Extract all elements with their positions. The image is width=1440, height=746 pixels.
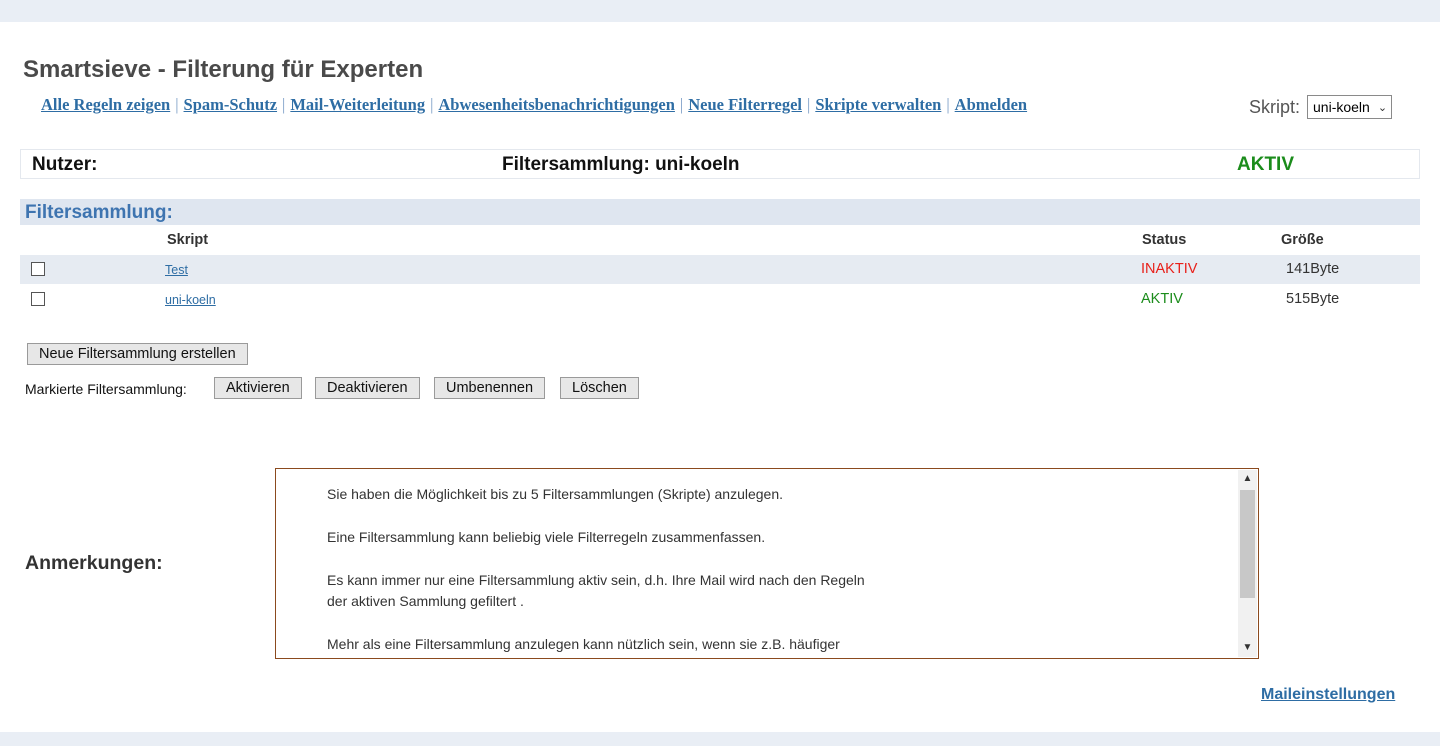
row-status: AKTIV [1141, 291, 1183, 307]
nav-link-forwarding[interactable]: Mail-Weiterleitung [290, 95, 425, 114]
notes-paragraph: Eine Filtersammlung kann beliebig viele … [327, 529, 766, 545]
script-link[interactable]: uni-koeln [165, 293, 216, 307]
delete-button[interactable]: Löschen [560, 377, 639, 399]
notes-textarea[interactable]: Sie haben die Möglichkeit bis zu 5 Filte… [275, 468, 1259, 659]
rename-button[interactable]: Umbenennen [434, 377, 546, 399]
nav-separator: | [946, 95, 950, 114]
script-select-value: uni-koeln [1313, 99, 1370, 115]
row-size: 515Byte [1286, 291, 1340, 307]
notes-label: Anmerkungen: [25, 552, 163, 574]
chevron-down-icon: ⌄ [1377, 101, 1388, 114]
nav-link-new-rule[interactable]: Neue Filterregel [688, 95, 802, 114]
notes-paragraph: der aktiven Sammlung gefiltert . [327, 593, 524, 609]
table-row: Test INAKTIV 141Byte [20, 255, 1420, 284]
scroll-up-icon[interactable]: ▲ [1238, 471, 1257, 487]
column-header-status: Status [1142, 232, 1187, 248]
mail-settings-link[interactable]: Maileinstellungen [1261, 686, 1395, 704]
collection-status: AKTIV [1237, 154, 1294, 175]
marked-collection-label: Markierte Filtersammlung: [25, 381, 187, 397]
nav-separator: | [679, 95, 684, 114]
notes-paragraph: Mehr als eine Filtersammlung anzulegen k… [327, 636, 840, 652]
nav-separator: | [807, 95, 811, 114]
collection-label: Filtersammlung: uni-koeln [502, 154, 740, 175]
notes-paragraph: Sie haben die Möglichkeit bis zu 5 Filte… [327, 486, 784, 502]
section-title: Filtersammlung: [25, 202, 173, 223]
page-title: Smartsieve - Filterung für Experten [23, 56, 424, 83]
nav-link-logout[interactable]: Abmelden [955, 95, 1027, 114]
nav-link-manage-scripts[interactable]: Skripte verwalten [815, 95, 941, 114]
nav-bar: Alle Regeln zeigen | Spam-Schutz | Mail-Weit… [41, 95, 1027, 115]
nav-separator: | [175, 95, 179, 114]
row-status: INAKTIV [1141, 261, 1198, 277]
notes-content: Sie haben die Möglichkeit bis zu 5 Filte… [327, 484, 1227, 658]
main-card: Smartsieve - Filterung für Experten Alle… [0, 22, 1440, 732]
script-select-dropdown[interactable]: uni-koeln ⌄ [1307, 95, 1393, 119]
row-checkbox[interactable] [31, 292, 45, 306]
section-header: Filtersammlung: [20, 199, 1420, 225]
script-select-label: Skript: [1249, 96, 1301, 117]
scroll-thumb[interactable] [1240, 490, 1255, 598]
column-header-script: Skript [167, 232, 209, 248]
nav-separator: | [282, 95, 286, 114]
script-selector: Skript: uni-koeln ⌄ [1249, 95, 1393, 119]
nav-separator: | [430, 95, 434, 114]
script-link[interactable]: Test [165, 263, 188, 277]
row-checkbox[interactable] [31, 262, 45, 276]
info-bar: Nutzer: Filtersammlung: uni-koeln AKTIV [20, 149, 1420, 179]
table-row: uni-koeln AKTIV 515Byte [20, 285, 1420, 314]
row-size: 141Byte [1286, 261, 1340, 277]
deactivate-button[interactable]: Deaktivieren [315, 377, 420, 399]
nav-link-spam[interactable]: Spam-Schutz [184, 95, 278, 114]
user-label: Nutzer: [32, 154, 98, 175]
scroll-down-icon[interactable]: ▼ [1238, 640, 1257, 656]
notes-scrollbar[interactable]: ▲ ▼ [1238, 470, 1257, 657]
notes-paragraph: Es kann immer nur eine Filtersammlung ak… [327, 572, 865, 588]
nav-link-all-rules[interactable]: Alle Regeln zeigen [41, 95, 170, 114]
nav-link-vacation[interactable]: Abwesenheitsbenachrichtigungen [438, 95, 675, 114]
new-collection-button[interactable]: Neue Filtersammlung erstellen [27, 343, 248, 365]
activate-button[interactable]: Aktivieren [214, 377, 302, 399]
column-header-size: Größe [1281, 232, 1324, 248]
